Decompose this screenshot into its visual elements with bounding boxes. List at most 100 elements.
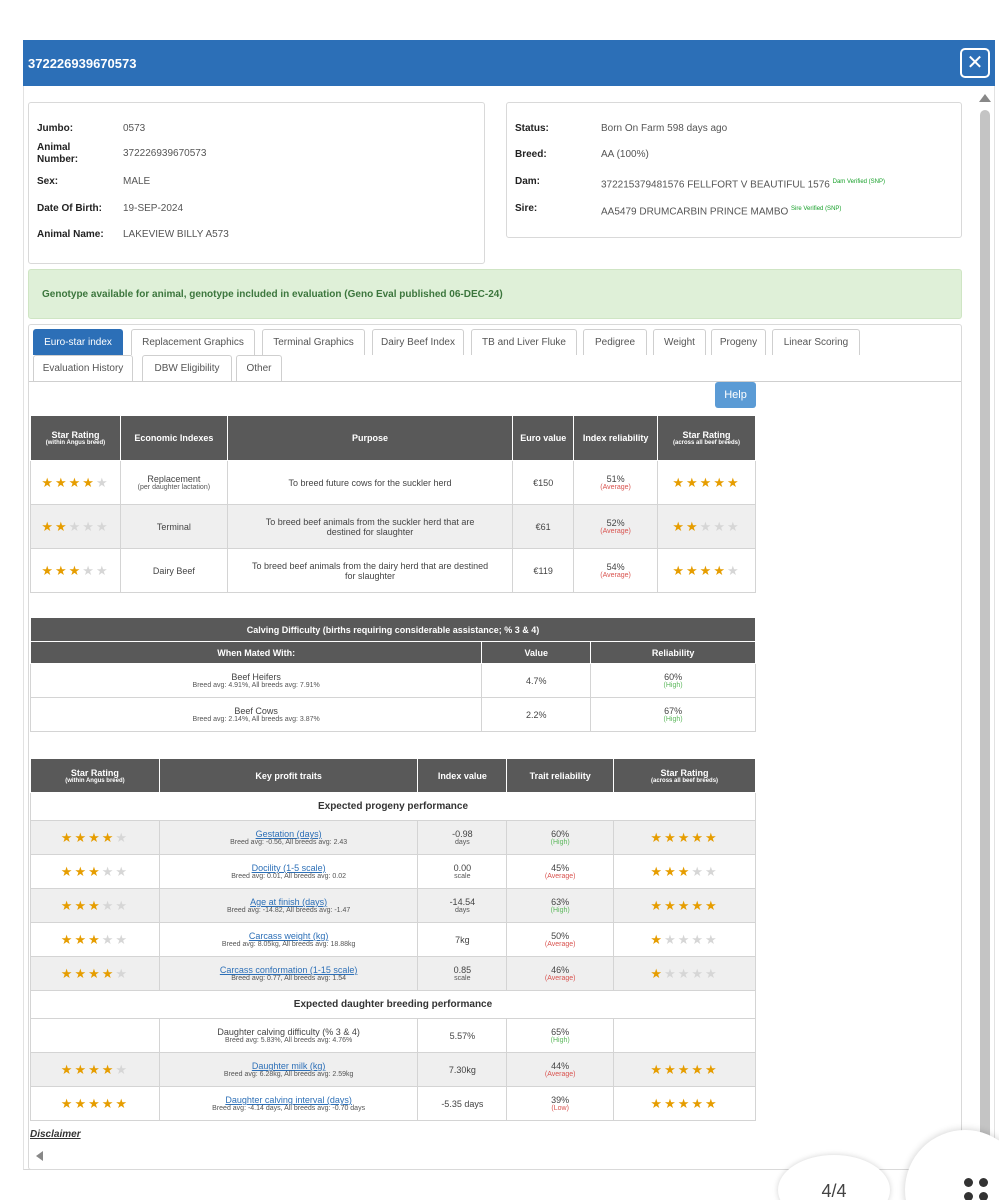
tab-terminal-graphics[interactable]: Terminal Graphics: [262, 329, 365, 355]
star-filled-icon: ★: [691, 897, 706, 913]
scroll-thumb[interactable]: [980, 110, 990, 1140]
scroll-up-arrow-icon[interactable]: [979, 94, 991, 102]
reliability-value: 44%: [551, 1061, 570, 1071]
star-rating: ★★★★★: [61, 932, 129, 947]
info-label: Dam:: [515, 176, 541, 187]
info-row-breed: Breed: AA (100%): [515, 149, 649, 161]
index-value-cell: 5.57%: [417, 1018, 508, 1053]
col-purpose: Purpose: [226, 415, 514, 461]
star-rating: ★★★★★: [672, 519, 740, 534]
star-filled-icon: ★: [726, 474, 741, 490]
star-empty-icon: ★: [82, 562, 96, 578]
tab-other[interactable]: Other: [236, 355, 282, 381]
genotype-alert: Genotype available for animal, genotype …: [28, 269, 962, 319]
trait-avg: Breed avg: 0.01, All breeds avg: 0.02: [231, 873, 347, 880]
star-empty-icon: ★: [691, 965, 706, 981]
info-row-animal-name: Animal Name: LAKEVIEW BILLY A573: [37, 229, 229, 241]
info-value: AA (100%): [601, 149, 649, 160]
star-rating: ★★★★★: [650, 966, 718, 981]
tab-evaluation-history[interactable]: Evaluation History: [33, 355, 133, 381]
help-button[interactable]: Help: [715, 382, 756, 408]
star-rating: ★★★★★: [650, 932, 718, 947]
trait-link[interactable]: Daughter calving interval (days): [160, 1095, 418, 1105]
star-within-cell: ★★★★★: [30, 460, 121, 505]
star-filled-icon: ★: [68, 562, 83, 578]
col-value: Value: [481, 641, 592, 664]
col-reliability: Index reliability: [573, 415, 659, 461]
star-filled-icon: ★: [68, 474, 83, 490]
tab-replacement-graphics[interactable]: Replacement Graphics: [131, 329, 255, 355]
disclaimer-link[interactable]: Disclaimer: [30, 1129, 81, 1140]
col-star-within: Star Rating (within Angus breed): [30, 415, 121, 461]
trait-reliability-cell: 45% (Average): [506, 854, 615, 889]
trait-link[interactable]: Gestation (days): [160, 829, 418, 839]
reliability-label: (High): [550, 907, 570, 914]
star-filled-icon: ★: [686, 562, 700, 578]
star-filled-icon: ★: [88, 1061, 102, 1077]
star-rating: ★★★★★: [61, 898, 129, 913]
index-value: 0.85: [453, 965, 472, 975]
index-value: -5.35 days: [441, 1098, 484, 1109]
star-filled-icon: ★: [101, 1061, 116, 1077]
info-row-sex: Sex: MALE: [37, 176, 150, 188]
star-filled-icon: ★: [664, 829, 678, 845]
star-filled-icon: ★: [88, 897, 102, 913]
tab-progeny[interactable]: Progeny: [711, 329, 766, 355]
star-empty-icon: ★: [68, 518, 83, 534]
table-row: ★★★★★ Terminal To breed beef animals from …: [30, 504, 756, 549]
star-filled-icon: ★: [664, 863, 678, 879]
trait-name: Daughter calving difficulty (% 3 & 4): [217, 1027, 360, 1037]
star-filled-icon: ★: [664, 897, 678, 913]
index-name: Dairy Beef: [152, 565, 195, 576]
vertical-scrollbar[interactable]: [976, 94, 994, 1144]
star-filled-icon: ★: [677, 863, 692, 879]
trait-cell: Carcass weight (kg) Breed avg: 8.05kg, Al…: [158, 922, 419, 957]
star-within-cell: ★★★★★: [30, 956, 160, 991]
trait-link[interactable]: Daughter milk (kg): [160, 1061, 418, 1071]
trait-link[interactable]: Carcass conformation (1-15 scale): [160, 965, 418, 975]
tab-euro-star-index[interactable]: Euro-star index: [33, 329, 123, 355]
close-button[interactable]: ✕: [960, 48, 990, 78]
menu-dot: [964, 1192, 973, 1200]
section-row: Expected daughter breeding performance: [30, 990, 756, 1019]
trait-avg: Breed avg: -4.14 days, All breeds avg: -…: [212, 1105, 366, 1112]
star-rating: ★★★★★: [41, 519, 109, 534]
scroll-left-arrow-icon[interactable]: [36, 1151, 43, 1161]
tab-pedigree[interactable]: Pedigree: [583, 329, 647, 355]
reliability-label: (High): [550, 1037, 570, 1044]
tab-dairy-beef-index[interactable]: Dairy Beef Index: [372, 329, 464, 355]
index-sub: (per daughter lactation): [137, 484, 211, 491]
star-across-cell: ★★★★★: [657, 460, 756, 505]
reliability-label: (Average): [544, 975, 576, 982]
star-filled-icon: ★: [713, 562, 727, 578]
calving-title: Calving Difficulty (births requiring con…: [30, 617, 756, 642]
star-rating: ★★★★★: [41, 563, 109, 578]
star-filled-icon: ★: [686, 474, 700, 490]
tab-tb-liver-fluke[interactable]: TB and Liver Fluke: [471, 329, 577, 355]
star-within-cell: [30, 1018, 160, 1053]
index-value-cell: -5.35 days: [417, 1086, 508, 1121]
star-rating: ★★★★★: [61, 864, 129, 879]
trait-link[interactable]: Docility (1-5 scale): [160, 863, 418, 873]
info-value: MALE: [123, 176, 151, 187]
info-value: 0573: [123, 123, 146, 134]
table-row: ★★★★★ Docility (1-5 scale) Breed avg: 0.01…: [30, 854, 756, 889]
trait-link[interactable]: Carcass weight (kg): [160, 931, 418, 941]
star-empty-icon: ★: [95, 474, 110, 490]
star-filled-icon: ★: [41, 562, 55, 578]
reliability-cell: 52% (Average): [573, 504, 659, 549]
reliability-label: (Average): [600, 528, 631, 535]
index-value-cell: 7kg: [417, 922, 508, 957]
table-row: Beef Cows Breed avg: 2.14%, All breeds av…: [29, 697, 756, 732]
tab-dbw-eligibility[interactable]: DBW Eligibility: [142, 355, 232, 381]
star-filled-icon: ★: [672, 562, 687, 578]
tab-weight[interactable]: Weight: [653, 329, 706, 355]
trait-link[interactable]: Age at finish (days): [160, 897, 418, 907]
star-filled-icon: ★: [691, 1095, 706, 1111]
index-value: 7.30kg: [448, 1064, 476, 1075]
star-empty-icon: ★: [115, 931, 130, 947]
tab-linear-scoring[interactable]: Linear Scoring: [772, 329, 860, 355]
menu-dot: [979, 1192, 988, 1200]
info-value: 19-SEP-2024: [123, 203, 184, 214]
star-across-cell: [613, 1018, 756, 1053]
